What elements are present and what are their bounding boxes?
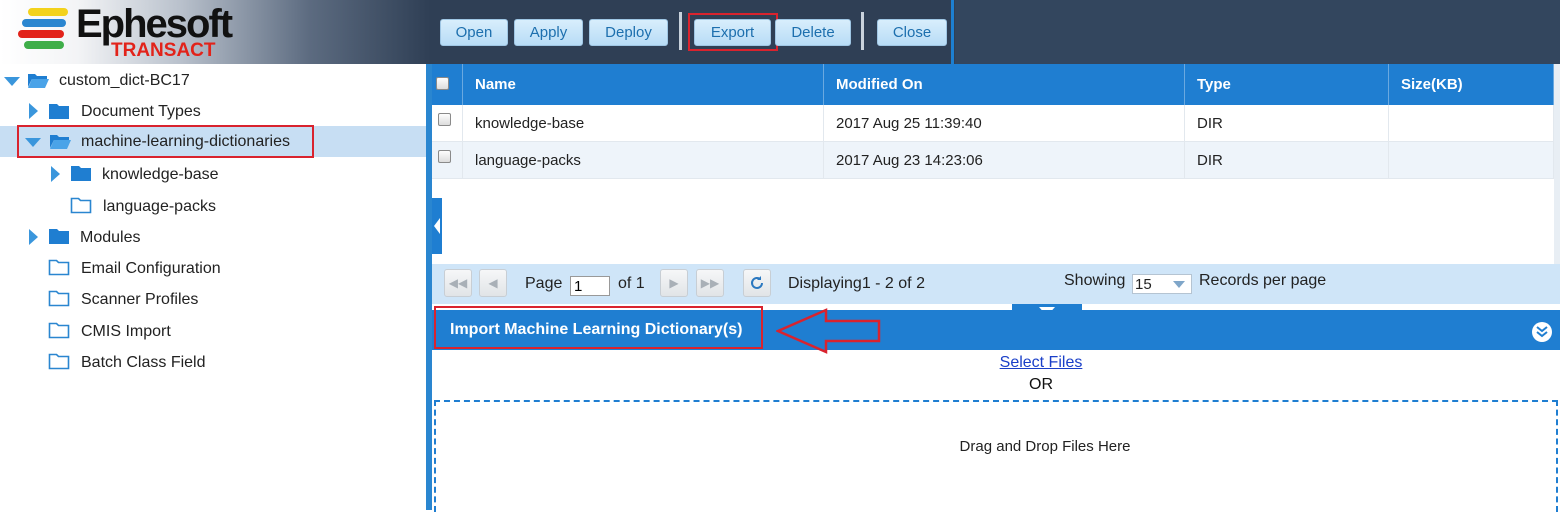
page-size-select[interactable]: 15 [1132,274,1192,294]
red-arrow-annotation-icon [776,308,881,354]
showing-label: Showing [1064,272,1126,289]
tree-root[interactable]: custom_dict-BC17 [0,67,426,95]
tree-item-document-types[interactable]: Document Types [0,98,426,126]
select-files-link[interactable]: Select Files [432,354,1560,372]
collapse-icon[interactable] [1532,322,1552,342]
double-chevron-down-icon [1536,326,1548,338]
open-button[interactable]: Open [440,19,508,46]
page-label: Page [525,275,563,292]
folder-icon [49,229,69,244]
delete-button[interactable]: Delete [775,19,851,46]
tree-selection-highlight-box [17,125,314,158]
folder-open-icon [28,74,49,88]
logo-mark-icon [18,8,74,52]
prev-page-icon: ◀ [488,276,498,290]
toolbar-separator [861,12,864,50]
deploy-button[interactable]: Deploy [589,19,668,46]
folder-outline-icon [48,290,70,307]
folder-icon [49,104,69,119]
tree-item-label: Batch Class Field [81,354,206,371]
tree-item-label: Scanner Profiles [81,291,199,308]
tree-item-label: Document Types [81,103,201,120]
import-panel: Import Machine Learning Dictionary(s) Se… [432,304,1560,512]
first-page-icon: ◀◀ [448,276,468,290]
row-select-cell [432,105,463,142]
row-select-cell [432,142,463,179]
table-row[interactable]: knowledge-base 2017 Aug 25 11:39:40 DIR [432,105,1554,142]
tree-item-email-configuration[interactable]: Email Configuration [0,255,426,283]
cell-type: DIR [1185,142,1389,179]
page-size-value: 15 [1135,275,1152,293]
first-page-button[interactable]: ◀◀ [444,269,472,297]
tree-item-batch-class-field[interactable]: Batch Class Field [0,349,426,377]
tree-item-language-packs[interactable]: language-packs [0,193,426,221]
collapse-tree-tab[interactable] [432,198,442,254]
cell-modified-on: 2017 Aug 23 14:23:06 [824,142,1185,179]
tree-item-label: Modules [80,229,141,246]
collapsed-arrow-icon[interactable] [29,103,38,119]
records-per-page-label: Records per page [1199,272,1327,289]
pagination-bar: ◀◀ ◀ Page of 1 ▶ ▶▶ Displaying1 - 2 of 2… [432,264,1560,304]
page-number-input[interactable] [570,276,610,296]
drop-zone-text: Drag and Drop Files Here [959,438,1131,455]
next-page-button[interactable]: ▶ [660,269,688,297]
tree-item-label: CMIS Import [81,323,171,340]
cell-modified-on: 2017 Aug 25 11:39:40 [824,105,1185,142]
logo: Ephesoft TRANSACT [0,0,430,64]
folder-tree: custom_dict-BC17 Document Types machine-… [0,64,426,510]
header-right-area [955,0,1560,64]
or-separator: OR [1029,376,1053,393]
cell-name: knowledge-base [463,105,824,142]
column-header-name[interactable]: Name [463,64,824,105]
tree-item-scanner-profiles[interactable]: Scanner Profiles [0,286,426,314]
column-header-modified-on[interactable]: Modified On [824,64,1185,105]
apply-button[interactable]: Apply [514,19,583,46]
refresh-button[interactable] [743,269,771,297]
collapsed-arrow-icon[interactable] [51,166,60,182]
cell-type: DIR [1185,105,1389,142]
row-checkbox[interactable] [438,150,451,163]
page-count-label: of 1 [618,275,645,292]
next-page-icon: ▶ [669,276,679,290]
table-row[interactable]: language-packs 2017 Aug 23 14:23:06 DIR [432,142,1554,179]
chevron-down-icon [1173,281,1185,288]
select-all-cell [432,64,463,105]
prev-page-button[interactable]: ◀ [479,269,507,297]
last-page-icon: ▶▶ [700,276,720,290]
column-header-type[interactable]: Type [1185,64,1389,105]
last-page-button[interactable]: ▶▶ [696,269,724,297]
logo-subtitle: TRANSACT [111,40,216,61]
header-divider [951,0,954,64]
toolbar-separator [679,12,682,50]
row-checkbox[interactable] [438,113,451,126]
export-highlight-box [688,13,778,51]
folder-outline-icon [48,259,70,276]
tree-item-label: knowledge-base [102,166,219,183]
cell-size [1389,105,1554,142]
tree-item-cmis-import[interactable]: CMIS Import [0,318,426,346]
expanded-arrow-icon[interactable] [4,77,20,86]
tree-item-modules[interactable]: Modules [0,224,426,252]
tree-item-label: Email Configuration [81,260,221,277]
app-header: Ephesoft TRANSACT Open Apply Deploy Expo… [0,0,1560,64]
import-title-highlight-box [434,306,763,349]
file-drop-zone[interactable]: Drag and Drop Files Here [434,400,1558,512]
column-header-size[interactable]: Size(KB) [1389,64,1554,105]
tree-item-knowledge-base[interactable]: knowledge-base [0,161,426,189]
folder-outline-icon [48,353,70,370]
cell-name: language-packs [463,142,824,179]
refresh-icon [751,276,763,289]
close-button[interactable]: Close [877,19,947,46]
folder-outline-icon [70,197,92,214]
displaying-status: Displaying1 - 2 of 2 [788,275,925,292]
chevron-left-icon [434,218,440,234]
grid-header: Name Modified On Type Size(KB) [432,64,1554,105]
cell-size [1389,142,1554,179]
select-all-checkbox[interactable] [436,77,449,90]
folder-icon [71,166,91,181]
folder-outline-icon [48,322,70,339]
tree-item-label: custom_dict-BC17 [59,72,190,89]
collapsed-arrow-icon[interactable] [29,229,38,245]
tree-item-label: language-packs [103,198,216,215]
